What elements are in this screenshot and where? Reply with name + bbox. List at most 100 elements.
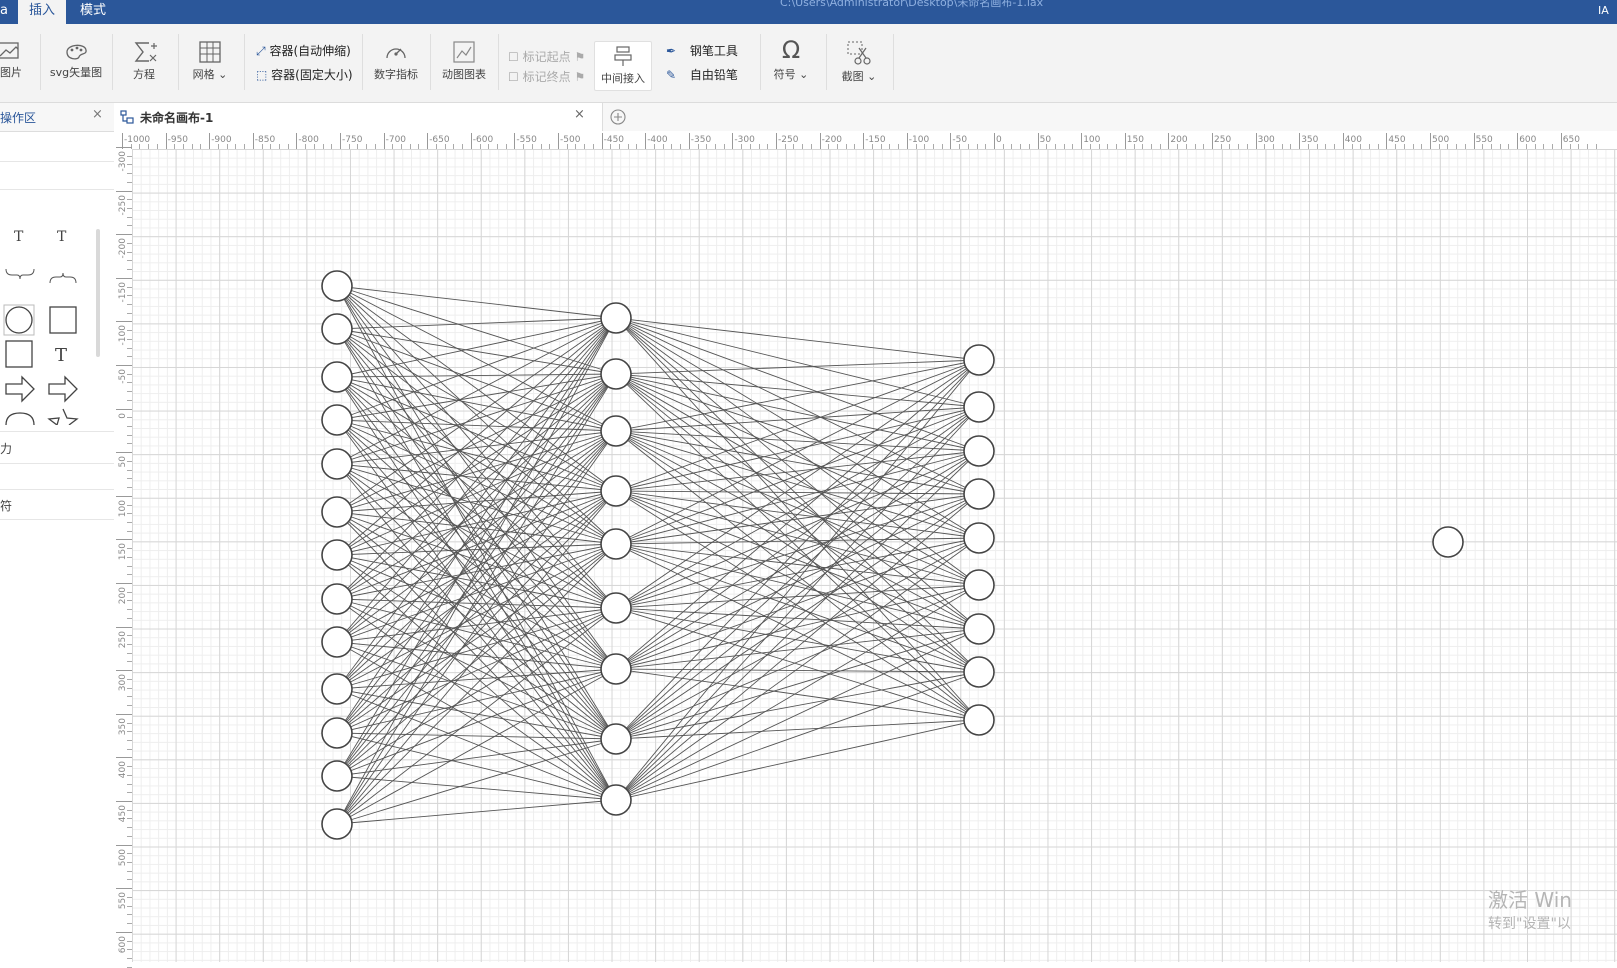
left-panel: 操作区 × T T T 力 符 — [0, 103, 115, 962]
ribbon-separator — [498, 34, 499, 90]
ruler-tick — [116, 713, 132, 715]
text-shape-icon[interactable]: T — [14, 229, 24, 245]
ruler-tick-label: -350 — [690, 135, 712, 145]
middle-insert-button[interactable]: 中间接入 — [594, 41, 652, 91]
checkbox-icon: ☐ — [508, 50, 519, 64]
ribbon-separator — [178, 34, 179, 90]
grid-button[interactable]: 网格 ⌄ — [186, 40, 234, 82]
text-shape-icon[interactable]: T — [57, 229, 67, 245]
ruler-tick — [116, 495, 132, 497]
title-bar: a 插入 模式 C:\Users\Administrator\Desktop\未… — [0, 0, 1617, 24]
close-icon[interactable]: × — [92, 107, 103, 122]
panel-row-label[interactable]: 力 — [0, 440, 12, 457]
container-fixed-label: 容器(固定大小) — [271, 68, 353, 82]
ribbon-separator — [112, 34, 113, 90]
ribbon-separator — [760, 34, 761, 90]
chevron-down-icon: ⌄ — [799, 68, 809, 81]
tab-fragment[interactable]: a — [0, 0, 8, 24]
container-fixed-button[interactable]: ⬚ 容器(固定大小) — [256, 66, 353, 83]
ruler-tick — [116, 452, 132, 454]
sigma-icon — [134, 42, 157, 62]
flag-icon: ⚑ — [574, 50, 586, 64]
ruler-tick — [1299, 133, 1301, 149]
ruler-tick — [1560, 133, 1562, 149]
ruler-tick — [116, 801, 132, 802]
palette-icon — [66, 44, 87, 60]
brace-shape-icon[interactable] — [5, 268, 35, 280]
ruler-tick-label: -300 — [118, 151, 128, 172]
screenshot-button[interactable]: 截图 ⌄ — [834, 40, 884, 84]
mark-end-label: 标记终点 — [522, 70, 571, 84]
svg-label: svg矢量图 — [49, 66, 103, 79]
drawing-canvas[interactable] — [132, 149, 1617, 962]
add-tab-icon[interactable] — [609, 108, 627, 126]
ruler-tick-label: -400 — [647, 135, 668, 145]
ruler-tick — [470, 133, 472, 149]
ruler-tick-label: 500 — [118, 848, 128, 866]
panel-row-label[interactable]: 符 — [0, 497, 12, 514]
animated-chart-button[interactable]: 动图图表 — [438, 40, 490, 82]
mark-end-button[interactable]: ☐ 标记终点 ⚑ — [508, 68, 585, 85]
ruler-tick-label: -800 — [298, 135, 319, 145]
ruler-tick — [906, 133, 908, 149]
divider — [0, 519, 114, 520]
arrow-shape-icon[interactable] — [48, 375, 78, 403]
ruler-tick — [116, 277, 132, 279]
ruler-tick — [732, 133, 734, 149]
grid-label: 网格 — [192, 68, 215, 81]
pen-tool-button[interactable]: ✒ 钢笔工具 — [666, 42, 738, 59]
flag-icon: ⚑ — [574, 70, 586, 84]
mark-start-label: 标记起点 — [522, 50, 571, 64]
arrow-shape-icon[interactable] — [5, 375, 35, 403]
free-pencil-button[interactable]: ✎ 自由铅笔 — [666, 66, 738, 83]
scrollbar[interactable] — [96, 229, 100, 357]
resize-icon: ⤢ — [256, 44, 266, 58]
divider — [0, 431, 114, 432]
watermark-line2: 转到"设置"以 — [1488, 916, 1571, 932]
mark-start-button[interactable]: ☐ 标记起点 ⚑ — [508, 48, 585, 65]
tab-mode[interactable]: 模式 — [80, 0, 120, 24]
ruler-tick — [863, 133, 865, 149]
svg-button[interactable]: svg矢量图 — [48, 40, 104, 80]
ruler-tick — [383, 133, 385, 149]
star-shape-icon[interactable] — [47, 408, 79, 425]
middle-insert-label: 中间接入 — [601, 72, 645, 85]
equation-button[interactable]: 方程 — [122, 40, 166, 82]
brace-shape-icon[interactable] — [49, 272, 77, 284]
symbol-label: 符号 — [773, 68, 796, 81]
symbol-button[interactable]: Ω 符号 ⌄ — [768, 36, 814, 82]
ruler-tick-label: 350 — [118, 717, 128, 735]
arc-shape-icon[interactable] — [5, 412, 35, 425]
ribbon-separator — [430, 34, 431, 90]
ruler-tick — [688, 133, 690, 149]
chart-icon — [453, 41, 475, 63]
ruler-tick — [558, 133, 559, 149]
ruler-tick — [1430, 133, 1431, 149]
pencil-icon: ✎ — [666, 68, 677, 82]
pen-tool-label: 钢笔工具 — [689, 44, 738, 58]
tab-workspace[interactable]: 操作区 — [0, 109, 36, 126]
container-auto-button[interactable]: ⤢ 容器(自动伸缩) — [256, 42, 351, 59]
circle-shape-icon[interactable] — [5, 306, 33, 334]
ruler-tick-label: -100 — [118, 325, 128, 346]
ruler-tick — [116, 844, 132, 846]
square-shape-icon[interactable] — [49, 306, 77, 334]
close-icon[interactable]: × — [574, 107, 585, 122]
gauge-icon — [386, 48, 406, 59]
digital-indicator-button[interactable]: 数字指标 — [370, 40, 422, 82]
text-shape-icon[interactable]: T — [55, 345, 67, 366]
shape-palette: T T T — [3, 229, 79, 425]
insert-icon — [614, 46, 632, 66]
document-tab[interactable]: 未命名画布-1 × — [114, 103, 603, 131]
image-button[interactable]: 图片 — [0, 40, 22, 80]
selection-frame — [3, 304, 35, 336]
ruler-tick — [340, 133, 341, 149]
ruler-tick — [1124, 133, 1126, 149]
ruler-tick-label: -600 — [472, 135, 494, 145]
equation-label: 方程 — [133, 68, 155, 81]
rect-shape-icon[interactable] — [5, 340, 33, 368]
chevron-down-icon: ⌄ — [867, 70, 877, 83]
ruler-tick — [209, 133, 211, 149]
ruler-tick-label: 200 — [118, 587, 128, 605]
tab-insert[interactable]: 插入 — [18, 0, 66, 24]
